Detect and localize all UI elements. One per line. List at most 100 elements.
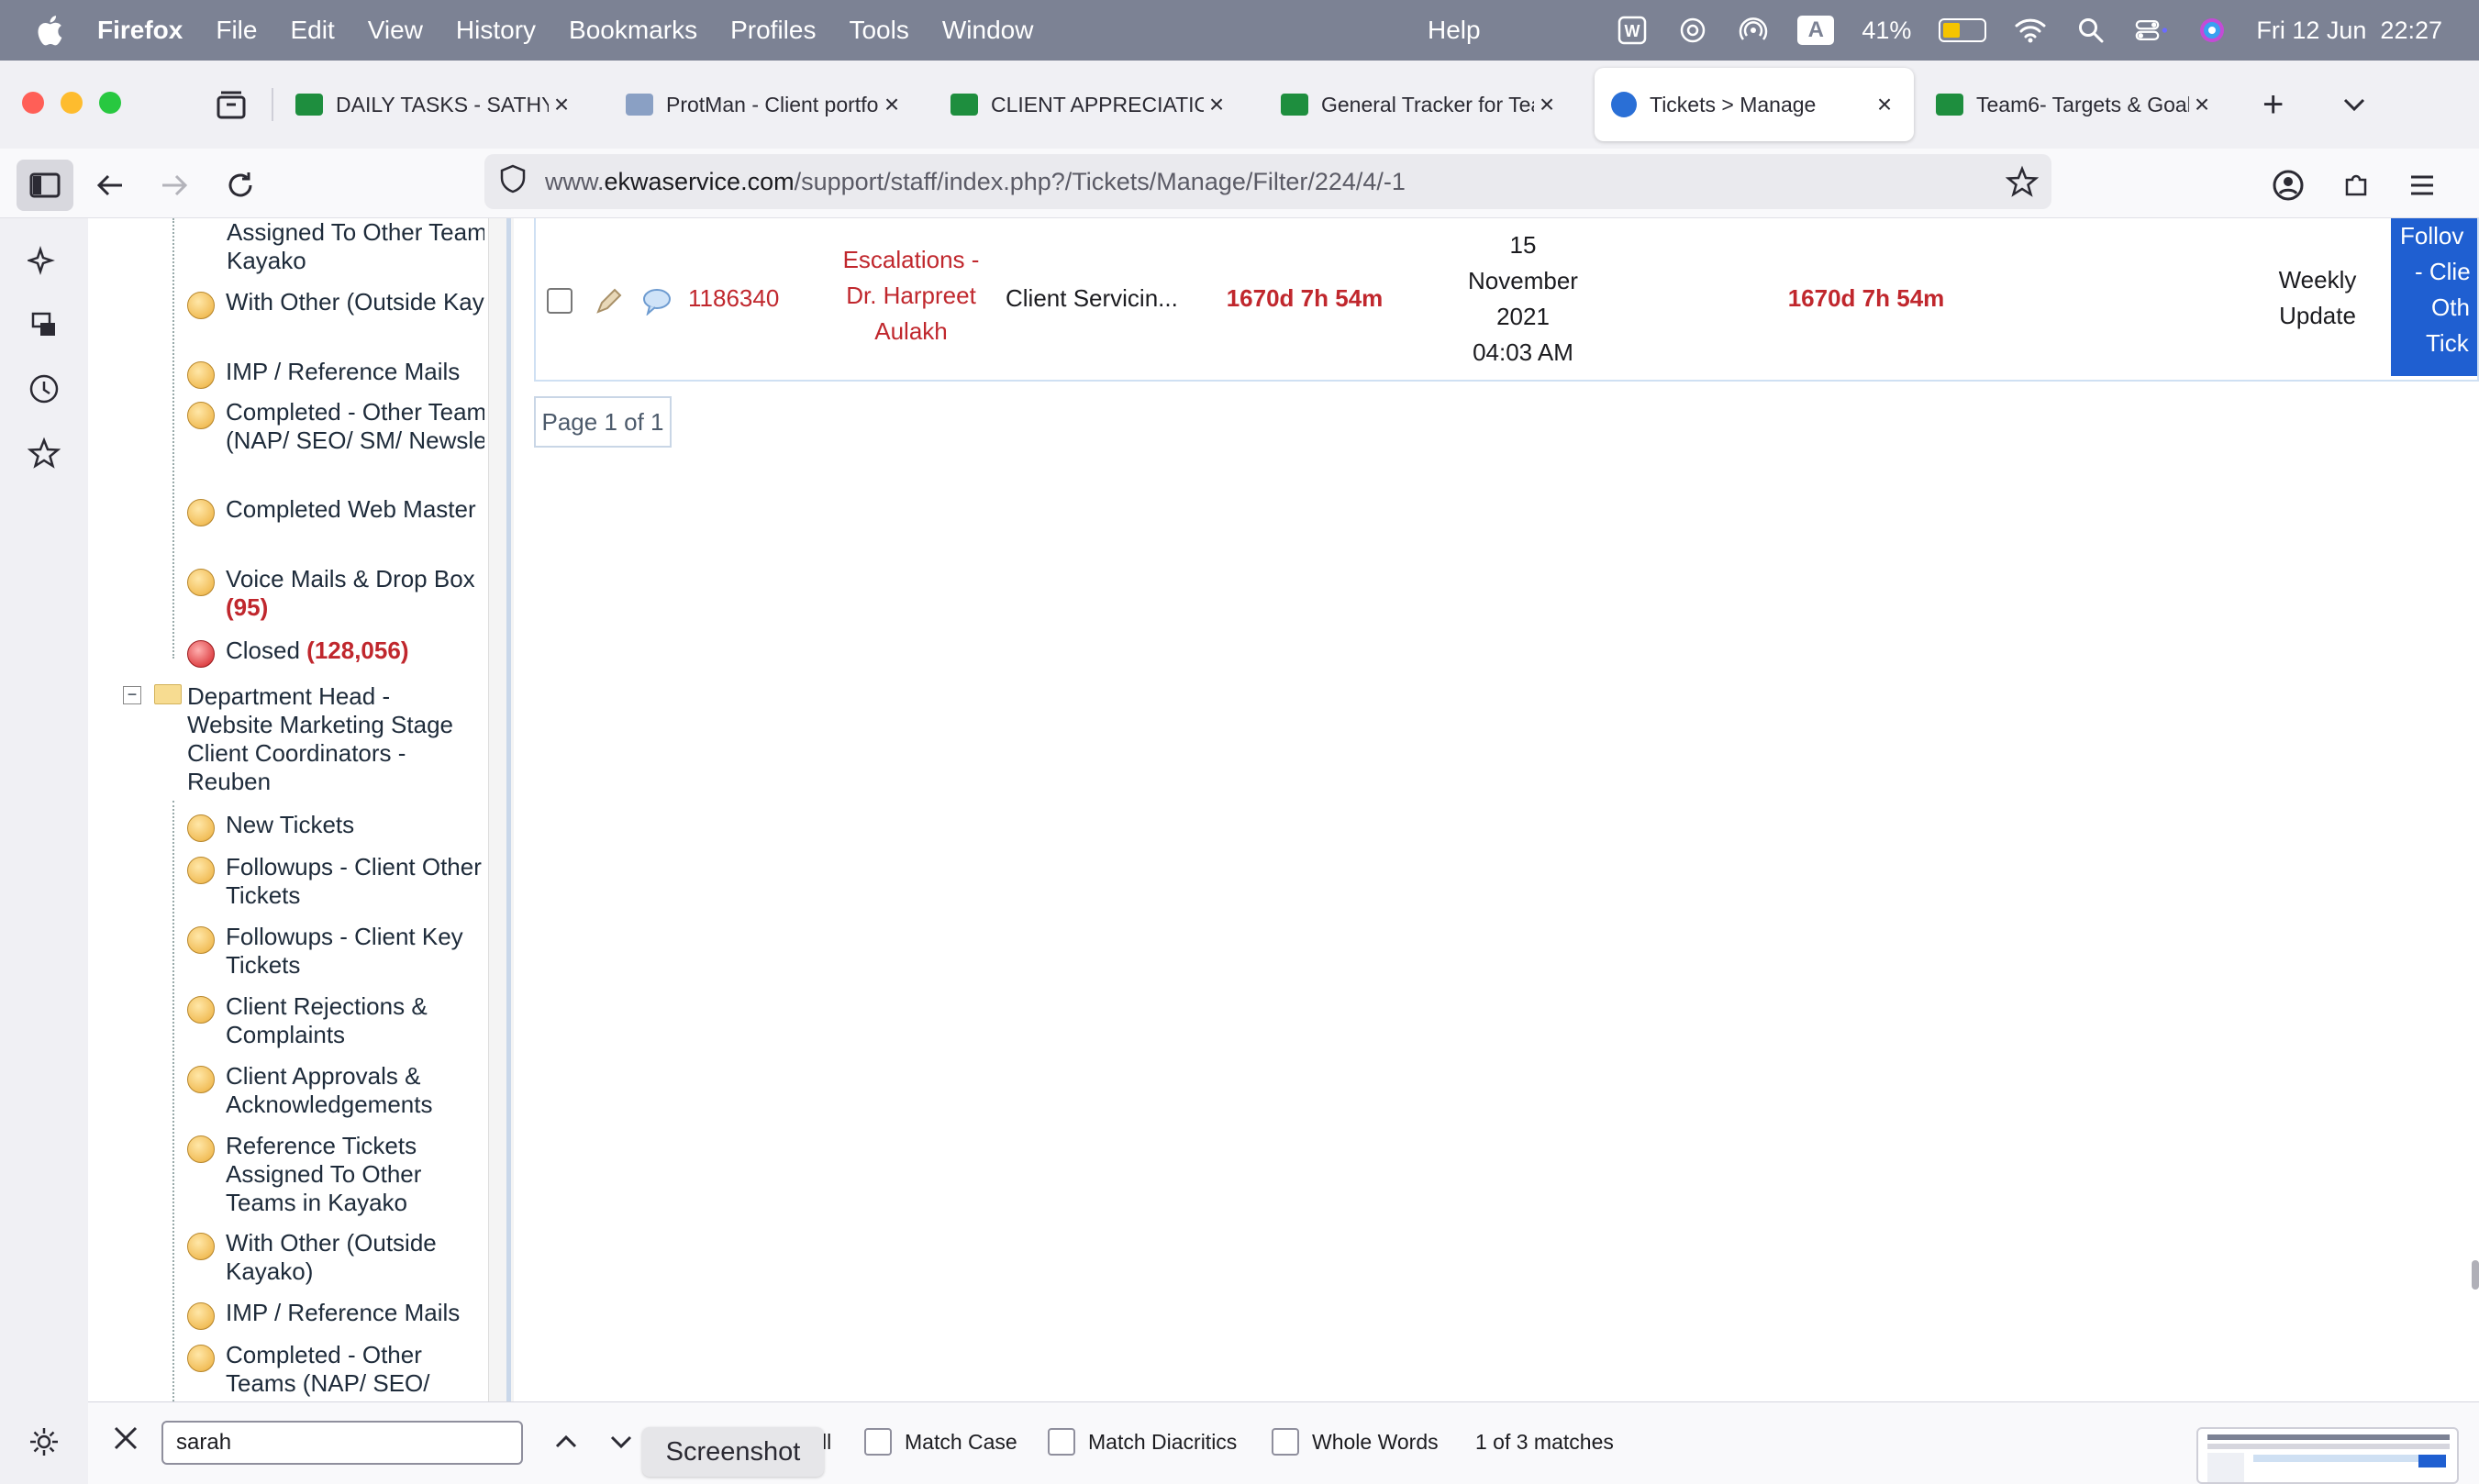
menu-profiles[interactable]: Profiles <box>730 16 816 45</box>
find-bar: sarah ll Match Case Match Diacritics Who… <box>88 1401 2479 1484</box>
match-case-label[interactable]: Match Case <box>905 1430 1017 1455</box>
tree-item-new-tickets[interactable]: New Tickets <box>187 811 484 842</box>
close-icon[interactable]: × <box>549 90 574 119</box>
bookmark-star-icon[interactable] <box>2005 165 2040 205</box>
tab-tickets-manage[interactable]: Tickets > Manage × <box>1595 68 1914 141</box>
close-icon[interactable]: × <box>879 90 905 119</box>
row-checkbox[interactable] <box>547 288 573 314</box>
filter-tree: Assigned To Other Teams in Kayako With O… <box>88 218 484 1401</box>
sidebar-toggle-icon[interactable] <box>17 160 73 211</box>
tree-item-client-approvals[interactable]: Client Approvals & Acknowledgements <box>187 1062 483 1119</box>
menu-tools[interactable]: Tools <box>849 16 908 45</box>
table-row[interactable]: 1186340 Escalations - Dr. Harpreet Aulak… <box>534 218 2479 382</box>
tree-item-imp-reference[interactable]: IMP / Reference Mails <box>187 358 484 389</box>
synced-tabs-icon[interactable] <box>24 305 64 345</box>
spotlight-search-icon[interactable] <box>2074 14 2107 47</box>
reload-button[interactable] <box>215 160 266 211</box>
tree-item-completed-other[interactable]: Completed - Other Teams (NAP/ SEO/ SM/ N… <box>187 398 484 455</box>
wifi-icon[interactable] <box>2014 14 2047 47</box>
forward-button[interactable] <box>149 160 200 211</box>
match-case-checkbox[interactable] <box>864 1428 892 1456</box>
control-center-icon[interactable] <box>2135 14 2168 47</box>
collapse-toggle-icon[interactable]: − <box>123 686 141 704</box>
tree-item-assigned-other[interactable]: Assigned To Other Teams in Kayako <box>227 218 484 275</box>
menu-bookmarks[interactable]: Bookmarks <box>569 16 697 45</box>
input-source-icon[interactable]: A <box>1797 16 1835 45</box>
macos-menubar: Firefox File Edit View History Bookmarks… <box>0 0 2479 61</box>
window-close-button[interactable] <box>22 92 44 114</box>
close-find-bar-icon[interactable] <box>110 1423 141 1459</box>
whole-words-label[interactable]: Whole Words <box>1312 1430 1439 1455</box>
ai-chatbot-icon[interactable] <box>24 240 64 281</box>
url-path: /support/staff/index.php?/Tickets/Manage… <box>794 167 1406 195</box>
close-icon[interactable]: × <box>2189 90 2215 119</box>
tree-item-imp-reference-2[interactable]: IMP / Reference Mails <box>187 1299 484 1330</box>
menu-view[interactable]: View <box>368 16 423 45</box>
ticket-id-link[interactable]: 1186340 <box>688 281 798 316</box>
folder-status-icon <box>187 1066 215 1093</box>
folder-status-icon <box>187 292 215 319</box>
whole-words-checkbox[interactable] <box>1272 1428 1299 1456</box>
tree-item-followups-key[interactable]: Followups - Client Key Tickets <box>187 923 483 980</box>
close-icon[interactable]: × <box>1872 90 1897 119</box>
extensions-icon[interactable] <box>2330 160 2382 211</box>
pencil-icon[interactable] <box>593 286 624 322</box>
folder-status-icon <box>187 857 215 884</box>
back-button[interactable] <box>84 160 136 211</box>
account-icon[interactable] <box>2262 160 2314 211</box>
tab-daily-tasks[interactable]: DAILY TASKS - SATHYA × <box>279 68 591 141</box>
shield-icon[interactable] <box>499 163 527 201</box>
find-previous-icon[interactable] <box>550 1426 582 1463</box>
tree-item-voice-mails[interactable]: Voice Mails & Drop Box (95) <box>187 565 483 622</box>
menu-window[interactable]: Window <box>942 16 1034 45</box>
chatgpt-icon[interactable] <box>1676 14 1709 47</box>
close-icon[interactable]: × <box>1534 90 1560 119</box>
tree-item-reference-tickets[interactable]: Reference Tickets Assigned To Other Team… <box>187 1132 483 1217</box>
page-scroll-marker[interactable] <box>2472 1260 2479 1290</box>
siri-icon[interactable] <box>2196 14 2229 47</box>
settings-gear-icon[interactable] <box>24 1422 64 1462</box>
menu-history[interactable]: History <box>456 16 536 45</box>
sheets-icon <box>950 94 978 116</box>
tab-protman[interactable]: ProtMan - Client portfolio × <box>609 68 921 141</box>
app-menu-icon[interactable] <box>2396 160 2448 211</box>
find-input[interactable]: sarah <box>161 1421 523 1465</box>
screenshot-thumbnail[interactable] <box>2196 1427 2459 1484</box>
tab-team6-targets[interactable]: Team6- Targets & Goals × <box>1919 68 2231 141</box>
page-content: Assigned To Other Teams in Kayako With O… <box>88 218 2479 1401</box>
apple-icon[interactable] <box>33 12 70 49</box>
match-diacritics-checkbox[interactable] <box>1048 1428 1075 1456</box>
list-all-tabs-icon[interactable] <box>2338 88 2371 126</box>
tree-item-closed[interactable]: Closed (128,056) <box>187 637 484 668</box>
menu-app-name[interactable]: Firefox <box>97 16 183 45</box>
tab-general-tracker[interactable]: General Tracker for Team × <box>1264 68 1576 141</box>
new-tab-button[interactable]: + <box>2262 84 2284 126</box>
menu-help[interactable]: Help <box>1428 16 1481 45</box>
history-icon[interactable] <box>24 369 64 409</box>
tree-item-completed-other-2[interactable]: Completed - Other Teams (NAP/ SEO/ <box>187 1341 473 1398</box>
menu-edit[interactable]: Edit <box>290 16 334 45</box>
find-next-icon[interactable] <box>606 1426 637 1463</box>
wps-icon[interactable]: W <box>1616 14 1649 47</box>
ticket-subject-link[interactable]: Escalations - Dr. Harpreet Aulakh <box>833 242 989 349</box>
tree-item-followups-other[interactable]: Followups - Client Other Tickets <box>187 853 483 910</box>
tab-client-appreciation[interactable]: CLIENT APPRECIATION × <box>934 68 1246 141</box>
menu-file[interactable]: File <box>216 16 257 45</box>
tree-item-completed-web[interactable]: Completed Web Master <box>187 495 483 526</box>
ticket-status-badge[interactable]: Follov - Clie Oth Tick <box>2391 218 2477 376</box>
department-heading[interactable]: Department Head - Website Marketing Stag… <box>187 682 481 796</box>
bookmarks-icon[interactable] <box>24 433 64 473</box>
match-diacritics-label[interactable]: Match Diacritics <box>1088 1430 1237 1455</box>
window-zoom-button[interactable] <box>99 92 121 114</box>
tree-item-client-rejections[interactable]: Client Rejections & Complaints <box>187 992 483 1049</box>
chat-bubble-icon[interactable] <box>642 288 672 320</box>
clock[interactable]: Fri 12 Jun 22:27 <box>2256 17 2442 45</box>
tab-overview-icon[interactable] <box>213 86 250 123</box>
battery-icon[interactable] <box>1939 18 1987 42</box>
tree-item-with-other-2[interactable]: With Other (Outside Kayako) <box>187 1229 483 1286</box>
airdrop-icon[interactable] <box>1737 14 1770 47</box>
close-icon[interactable]: × <box>1204 90 1229 119</box>
tree-item-with-other[interactable]: With Other (Outside Kayako) <box>187 288 484 319</box>
url-bar[interactable]: www. ekwaservice.com/support/staff/index.… <box>484 154 2051 209</box>
window-minimize-button[interactable] <box>61 92 83 114</box>
